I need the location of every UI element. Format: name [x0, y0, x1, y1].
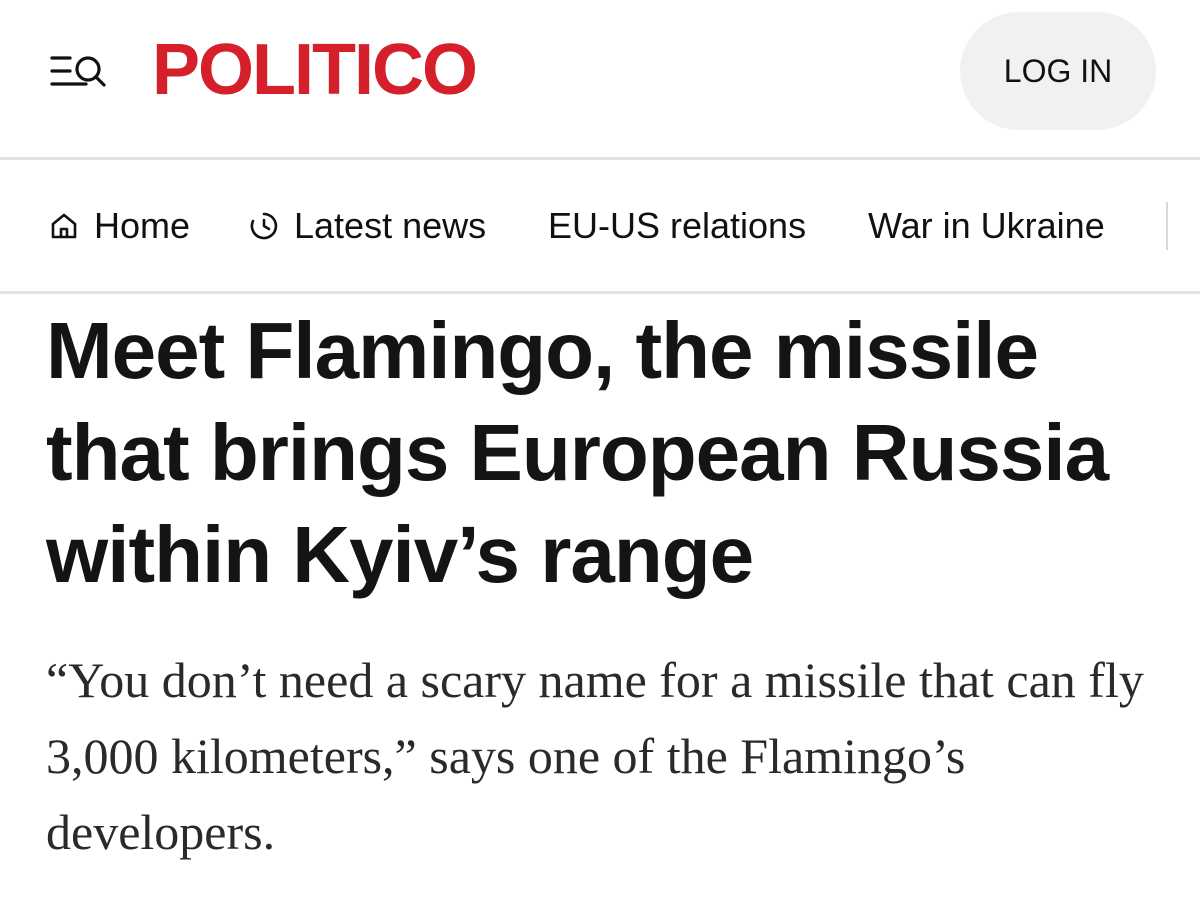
site-logo[interactable]: POLITICO [152, 30, 478, 110]
nav-item-label: Home [94, 205, 191, 246]
article-headline: Meet Flamingo, the missile that brings E… [46, 306, 1109, 599]
nav-item-war-in-ukraine[interactable]: War in Ukraine [868, 204, 1105, 248]
nav-item-label: Latest news [294, 205, 487, 246]
nav-divider [1166, 202, 1168, 250]
nav-item-label: War in Ukraine [868, 205, 1105, 246]
clock-icon [248, 210, 280, 242]
article-dek: “You don’t need a scary name for a missi… [46, 652, 1144, 860]
section-nav: Home Latest news EU-US relations War in … [0, 160, 1200, 294]
nav-item-label: EU-US relations [548, 205, 807, 246]
nav-item-home[interactable]: Home [48, 204, 190, 248]
menu-search-icon[interactable] [48, 48, 108, 94]
login-button[interactable]: LOG IN [960, 12, 1156, 130]
nav-item-latest-news[interactable]: Latest news [248, 204, 486, 248]
site-header: POLITICO LOG IN [0, 0, 1200, 160]
home-icon [48, 210, 80, 242]
nav-item-eu-us-relations[interactable]: EU-US relations [548, 204, 806, 248]
